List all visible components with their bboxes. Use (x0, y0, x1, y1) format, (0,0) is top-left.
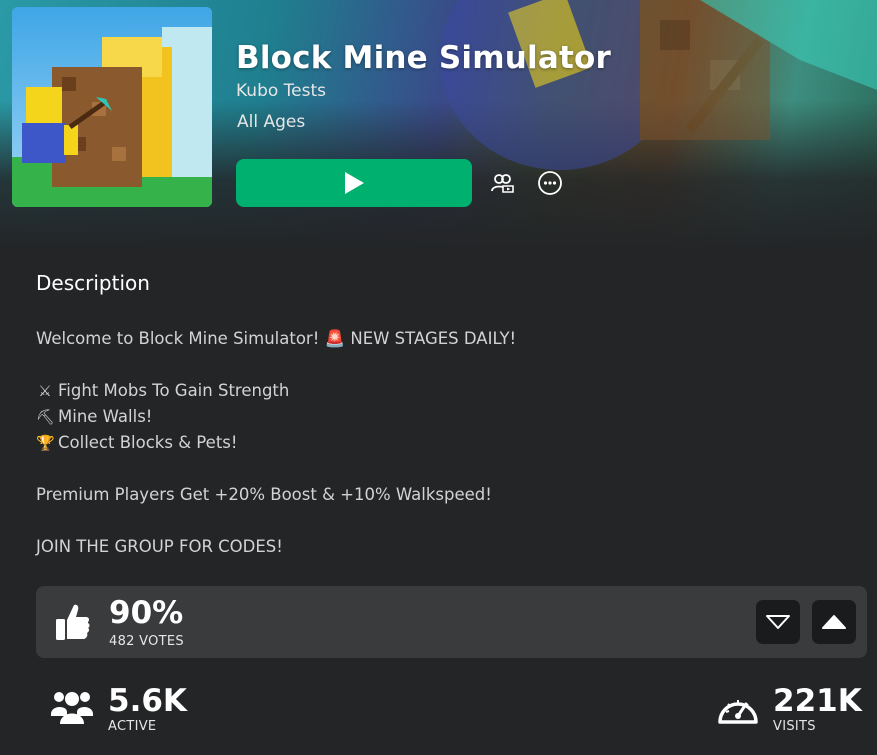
play-icon (345, 172, 364, 194)
thumbnail-image (12, 7, 212, 207)
visits-gauge-icon (718, 700, 758, 724)
description-premium: Premium Players Get +20% Boost & +10% Wa… (36, 485, 492, 504)
game-thumbnail (12, 7, 212, 207)
rating-card: 90% 482 VOTES (36, 586, 867, 658)
active-label: ACTIVE (108, 719, 157, 734)
play-button[interactable] (236, 159, 472, 207)
rating-percent: 90% (109, 595, 184, 631)
vote-up-button[interactable] (812, 600, 856, 644)
description-welcome: Welcome to Block Mine Simulator! 🚨 NEW S… (36, 329, 517, 348)
active-players-icon (51, 692, 93, 724)
chevron-down-icon (766, 615, 790, 629)
crossed-swords-icon: ⚔ (38, 382, 52, 400)
pickaxe-icon: ⛏ (36, 408, 56, 426)
trophy-icon: 🏆 (36, 434, 55, 452)
description-item-collect: 🏆 Collect Blocks & Pets! (36, 430, 836, 456)
creator-name[interactable]: Kubo Tests (236, 81, 326, 101)
thumbs-up-icon (56, 604, 90, 640)
vote-down-button[interactable] (756, 600, 800, 644)
description-group: JOIN THE GROUP FOR CODES! (36, 537, 283, 556)
rating-votes: 482 VOTES (109, 634, 184, 649)
visits-label: VISITS (773, 719, 816, 734)
more-options-button[interactable] (535, 168, 565, 198)
age-rating: All Ages (237, 112, 306, 132)
chevron-up-icon (822, 615, 846, 629)
description-item-fight: ⚔ Fight Mobs To Gain Strength (36, 378, 836, 404)
play-with-friends-button[interactable] (487, 168, 517, 198)
more-options-icon (538, 171, 562, 195)
active-count: 5.6K (108, 683, 187, 719)
description-body: Welcome to Block Mine Simulator! 🚨 NEW S… (36, 326, 836, 560)
description-item-mine: ⛏ Mine Walls! (36, 404, 836, 430)
description-heading: Description (36, 271, 150, 295)
party-icon (491, 174, 514, 193)
game-title: Block Mine Simulator (236, 40, 611, 76)
visits-count: 221K (773, 683, 862, 719)
